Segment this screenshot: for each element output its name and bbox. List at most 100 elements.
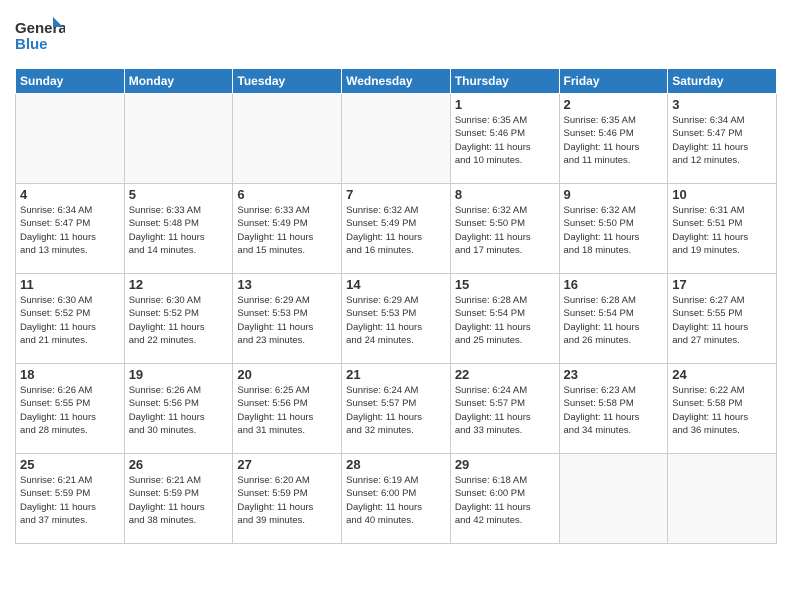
header-day-tuesday: Tuesday	[233, 69, 342, 94]
day-number: 16	[564, 277, 664, 292]
calendar-cell: 23Sunrise: 6:23 AMSunset: 5:58 PMDayligh…	[559, 364, 668, 454]
day-number: 15	[455, 277, 555, 292]
day-info: Sunrise: 6:29 AMSunset: 5:53 PMDaylight:…	[237, 294, 337, 347]
calendar-cell	[233, 94, 342, 184]
week-row-0: 1 Sunrise: 6:35 AMSunset: 5:46 PMDaylight…	[16, 94, 777, 184]
day-info: Sunrise: 6:21 AMSunset: 5:59 PMDaylight:…	[20, 474, 120, 527]
logo: GeneralBlue	[15, 15, 65, 60]
calendar-cell: 28 Sunrise: 6:19 AMSunset: 6:00 PMDayligh…	[342, 454, 451, 544]
day-info: Sunrise: 6:35 AMSunset: 5:46 PMDaylight:…	[455, 114, 555, 167]
day-info: Sunrise: 6:35 AMSunset: 5:46 PMDaylight:…	[564, 114, 664, 167]
calendar-cell: 14 Sunrise: 6:29 AMSunset: 5:53 PMDayligh…	[342, 274, 451, 364]
day-number: 11	[20, 277, 120, 292]
day-info: Sunrise: 6:33 AMSunset: 5:49 PMDaylight:…	[237, 204, 337, 257]
day-info: Sunrise: 6:20 AMSunset: 5:59 PMDaylight:…	[237, 474, 337, 527]
calendar-cell: 24 Sunrise: 6:22 AMSunset: 5:58 PMDayligh…	[668, 364, 777, 454]
calendar-cell	[16, 94, 125, 184]
calendar-cell: 3Sunrise: 6:34 AMSunset: 5:47 PMDaylight…	[668, 94, 777, 184]
calendar-cell: 12 Sunrise: 6:30 AMSunset: 5:52 PMDayligh…	[124, 274, 233, 364]
week-row-1: 4Sunrise: 6:34 AMSunset: 5:47 PMDaylight…	[16, 184, 777, 274]
calendar-cell	[124, 94, 233, 184]
calendar-cell: 8 Sunrise: 6:32 AMSunset: 5:50 PMDaylight…	[450, 184, 559, 274]
day-info: Sunrise: 6:24 AMSunset: 5:57 PMDaylight:…	[346, 384, 446, 437]
day-info: Sunrise: 6:19 AMSunset: 6:00 PMDaylight:…	[346, 474, 446, 527]
day-number: 28	[346, 457, 446, 472]
week-row-3: 18 Sunrise: 6:26 AMSunset: 5:55 PMDayligh…	[16, 364, 777, 454]
day-number: 24	[672, 367, 772, 382]
page-header: GeneralBlue	[15, 10, 777, 60]
day-number: 9	[564, 187, 664, 202]
day-info: Sunrise: 6:21 AMSunset: 5:59 PMDaylight:…	[129, 474, 229, 527]
day-info: Sunrise: 6:24 AMSunset: 5:57 PMDaylight:…	[455, 384, 555, 437]
calendar-cell: 2Sunrise: 6:35 AMSunset: 5:46 PMDaylight…	[559, 94, 668, 184]
calendar-header: SundayMondayTuesdayWednesdayThursdayFrid…	[16, 69, 777, 94]
day-number: 13	[237, 277, 337, 292]
day-number: 21	[346, 367, 446, 382]
day-number: 5	[129, 187, 229, 202]
calendar-cell: 21 Sunrise: 6:24 AMSunset: 5:57 PMDayligh…	[342, 364, 451, 454]
header-day-sunday: Sunday	[16, 69, 125, 94]
day-info: Sunrise: 6:31 AMSunset: 5:51 PMDaylight:…	[672, 204, 772, 257]
header-day-friday: Friday	[559, 69, 668, 94]
calendar-cell: 7Sunrise: 6:32 AMSunset: 5:49 PMDaylight…	[342, 184, 451, 274]
day-number: 12	[129, 277, 229, 292]
day-info: Sunrise: 6:28 AMSunset: 5:54 PMDaylight:…	[564, 294, 664, 347]
day-number: 27	[237, 457, 337, 472]
calendar-cell: 29 Sunrise: 6:18 AMSunset: 6:00 PMDayligh…	[450, 454, 559, 544]
calendar-cell: 20 Sunrise: 6:25 AMSunset: 5:56 PMDayligh…	[233, 364, 342, 454]
day-info: Sunrise: 6:30 AMSunset: 5:52 PMDaylight:…	[20, 294, 120, 347]
calendar-cell: 26 Sunrise: 6:21 AMSunset: 5:59 PMDayligh…	[124, 454, 233, 544]
calendar-cell: 17Sunrise: 6:27 AMSunset: 5:55 PMDayligh…	[668, 274, 777, 364]
header-day-thursday: Thursday	[450, 69, 559, 94]
day-number: 23	[564, 367, 664, 382]
calendar-cell	[342, 94, 451, 184]
day-number: 1	[455, 97, 555, 112]
calendar-cell: 19 Sunrise: 6:26 AMSunset: 5:56 PMDayligh…	[124, 364, 233, 454]
calendar-cell: 10 Sunrise: 6:31 AMSunset: 5:51 PMDayligh…	[668, 184, 777, 274]
day-info: Sunrise: 6:30 AMSunset: 5:52 PMDaylight:…	[129, 294, 229, 347]
week-row-4: 25 Sunrise: 6:21 AMSunset: 5:59 PMDayligh…	[16, 454, 777, 544]
day-number: 19	[129, 367, 229, 382]
day-number: 8	[455, 187, 555, 202]
day-info: Sunrise: 6:32 AMSunset: 5:50 PMDaylight:…	[455, 204, 555, 257]
calendar-cell: 22 Sunrise: 6:24 AMSunset: 5:57 PMDayligh…	[450, 364, 559, 454]
day-info: Sunrise: 6:18 AMSunset: 6:00 PMDaylight:…	[455, 474, 555, 527]
day-number: 22	[455, 367, 555, 382]
day-number: 26	[129, 457, 229, 472]
day-info: Sunrise: 6:34 AMSunset: 5:47 PMDaylight:…	[20, 204, 120, 257]
day-info: Sunrise: 6:26 AMSunset: 5:55 PMDaylight:…	[20, 384, 120, 437]
header-day-wednesday: Wednesday	[342, 69, 451, 94]
header-day-monday: Monday	[124, 69, 233, 94]
calendar-cell: 11 Sunrise: 6:30 AMSunset: 5:52 PMDayligh…	[16, 274, 125, 364]
day-number: 7	[346, 187, 446, 202]
day-info: Sunrise: 6:26 AMSunset: 5:56 PMDaylight:…	[129, 384, 229, 437]
day-info: Sunrise: 6:29 AMSunset: 5:53 PMDaylight:…	[346, 294, 446, 347]
day-info: Sunrise: 6:33 AMSunset: 5:48 PMDaylight:…	[129, 204, 229, 257]
calendar-cell: 4Sunrise: 6:34 AMSunset: 5:47 PMDaylight…	[16, 184, 125, 274]
calendar-cell: 16 Sunrise: 6:28 AMSunset: 5:54 PMDayligh…	[559, 274, 668, 364]
calendar-cell: 18 Sunrise: 6:26 AMSunset: 5:55 PMDayligh…	[16, 364, 125, 454]
day-number: 14	[346, 277, 446, 292]
day-number: 6	[237, 187, 337, 202]
day-info: Sunrise: 6:22 AMSunset: 5:58 PMDaylight:…	[672, 384, 772, 437]
week-row-2: 11 Sunrise: 6:30 AMSunset: 5:52 PMDayligh…	[16, 274, 777, 364]
calendar-cell: 9 Sunrise: 6:32 AMSunset: 5:50 PMDaylight…	[559, 184, 668, 274]
day-number: 10	[672, 187, 772, 202]
day-number: 20	[237, 367, 337, 382]
calendar-cell	[668, 454, 777, 544]
calendar-table: SundayMondayTuesdayWednesdayThursdayFrid…	[15, 68, 777, 544]
day-info: Sunrise: 6:32 AMSunset: 5:50 PMDaylight:…	[564, 204, 664, 257]
calendar-cell: 25 Sunrise: 6:21 AMSunset: 5:59 PMDayligh…	[16, 454, 125, 544]
day-info: Sunrise: 6:34 AMSunset: 5:47 PMDaylight:…	[672, 114, 772, 167]
calendar-cell: 6 Sunrise: 6:33 AMSunset: 5:49 PMDaylight…	[233, 184, 342, 274]
calendar-cell	[559, 454, 668, 544]
day-number: 25	[20, 457, 120, 472]
day-info: Sunrise: 6:25 AMSunset: 5:56 PMDaylight:…	[237, 384, 337, 437]
header-row: SundayMondayTuesdayWednesdayThursdayFrid…	[16, 69, 777, 94]
day-number: 18	[20, 367, 120, 382]
day-number: 29	[455, 457, 555, 472]
logo-svg: GeneralBlue	[15, 15, 65, 60]
calendar-cell: 13 Sunrise: 6:29 AMSunset: 5:53 PMDayligh…	[233, 274, 342, 364]
calendar-cell: 15Sunrise: 6:28 AMSunset: 5:54 PMDayligh…	[450, 274, 559, 364]
header-day-saturday: Saturday	[668, 69, 777, 94]
